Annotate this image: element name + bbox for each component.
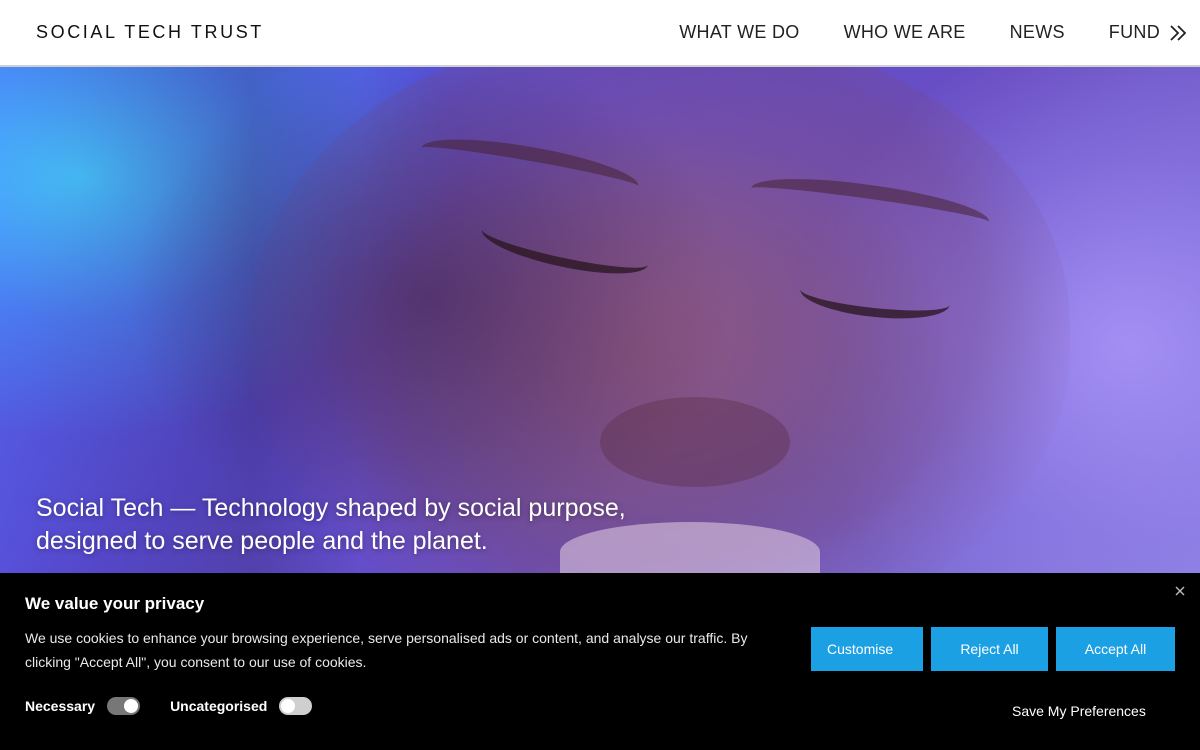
cookie-description: We use cookies to enhance your browsing … [25,630,748,670]
hero-image-nose [600,397,790,487]
accept-all-button[interactable]: Accept All [1056,627,1175,671]
toggle-knob [281,699,296,713]
toggle-uncategorised-label: Uncategorised [170,698,268,714]
customise-button[interactable]: Customise [811,627,923,671]
hero-section: Social Tech — Technology shaped by socia… [0,67,1200,573]
toggle-uncategorised: Uncategorised [170,697,313,715]
double-chevron-right-icon [1170,24,1187,41]
toggle-necessary: Necessary [25,697,141,715]
hero-tagline: Social Tech — Technology shaped by socia… [36,492,676,558]
save-preferences-button[interactable]: Save My Preferences [1012,703,1146,719]
hero-tagline-line2: designed to serve people and the planet. [36,527,488,555]
toggle-necessary-switch[interactable] [107,697,141,715]
nav-what-we-do[interactable]: WHAT WE DO [679,22,799,43]
reject-all-button[interactable]: Reject All [931,627,1048,671]
nav-news[interactable]: NEWS [1010,22,1065,43]
toggle-uncategorised-switch[interactable] [279,697,313,715]
nav-fund[interactable]: FUND [1109,22,1188,43]
nav-fund-label: FUND [1108,22,1160,42]
close-icon[interactable] [1172,583,1188,599]
main-nav: WHAT WE DO WHO WE ARE NEWS FUND [635,22,1200,43]
hero-tagline-line1: Social Tech — Technology shaped by socia… [36,494,626,522]
toggle-knob [124,699,139,713]
cookie-title: We value your privacy [25,594,205,613]
cookie-toggles: Necessary Uncategorised [25,697,342,715]
cookie-banner: We value your privacy We use cookies to … [0,573,1200,750]
site-header: SOCIAL TECH TRUST WHAT WE DO WHO WE ARE … [0,0,1200,67]
toggle-necessary-label: Necessary [25,698,96,714]
nav-who-we-are[interactable]: WHO WE ARE [844,22,966,43]
site-logo[interactable]: SOCIAL TECH TRUST [36,22,264,43]
